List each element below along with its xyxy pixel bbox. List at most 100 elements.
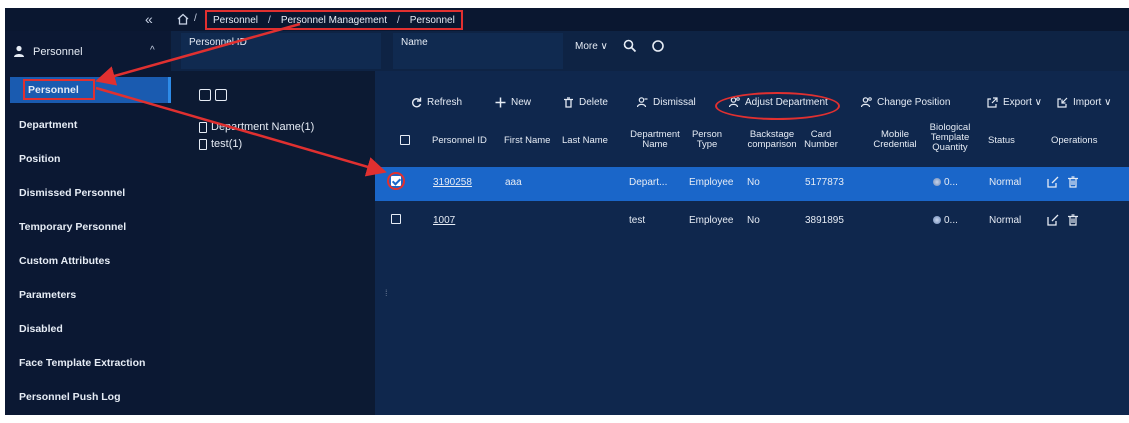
row-operations	[1047, 176, 1079, 188]
export-icon	[987, 97, 998, 108]
expand-all-icon[interactable]	[199, 89, 211, 101]
column-biological-template-quantity[interactable]: Biological Template Quantity	[927, 123, 973, 153]
personnel-id-label: Personnel ID	[189, 37, 247, 48]
column-personnel-id[interactable]: Personnel ID	[432, 136, 487, 146]
collapse-all-icon[interactable]	[215, 89, 227, 101]
change-position-button[interactable]: Change Position	[861, 97, 950, 108]
sidebar-section-title: Personnel	[33, 46, 83, 58]
home-icon[interactable]	[177, 13, 189, 25]
department-tree: Department Name(1) test(1)	[171, 71, 375, 415]
name-label: Name	[401, 37, 428, 48]
user-minus-icon	[637, 97, 648, 108]
document-icon	[199, 138, 207, 150]
backstage-cell: No	[747, 215, 760, 226]
sidebar-item-face-template-extraction[interactable]: Face Template Extraction	[19, 357, 145, 369]
column-last-name[interactable]: Last Name	[562, 136, 608, 146]
chevron-up-icon: ^	[150, 45, 155, 56]
toolbar: Refresh New Delete Dismissal Adjust Depa…	[375, 91, 1129, 120]
column-status[interactable]: Status	[988, 136, 1015, 146]
export-button[interactable]: Export ∨	[987, 97, 1042, 108]
user-position-icon	[861, 97, 872, 108]
top-bar: « / Personnel / Personnel Management / P…	[5, 8, 1129, 31]
column-first-name[interactable]: First Name	[504, 136, 550, 146]
collapse-sidebar-button[interactable]: «	[145, 11, 153, 27]
personnel-id-link[interactable]: 1007	[433, 215, 455, 226]
card-number-cell: 5177873	[805, 177, 844, 188]
dismissal-button[interactable]: Dismissal	[637, 97, 696, 108]
backstage-cell: No	[747, 177, 760, 188]
breadcrumb-separator: /	[268, 14, 271, 26]
refresh-button[interactable]: Refresh	[411, 97, 462, 108]
row-checkbox[interactable]	[391, 176, 401, 186]
panel-splitter[interactable]: ⁞	[385, 288, 388, 300]
sidebar-item-disabled[interactable]: Disabled	[19, 323, 63, 335]
fingerprint-icon	[933, 216, 941, 224]
select-all-checkbox[interactable]	[400, 135, 410, 145]
row-operations	[1047, 214, 1079, 226]
sidebar-item-custom-attributes[interactable]: Custom Attributes	[19, 255, 110, 267]
sidebar-item-personnel[interactable]: Personnel	[28, 84, 79, 96]
column-person-type[interactable]: Person Type	[689, 130, 725, 150]
import-icon	[1057, 97, 1068, 108]
trash-icon[interactable]	[1067, 176, 1079, 188]
sidebar-item-personnel-push-log[interactable]: Personnel Push Log	[19, 391, 121, 403]
status-cell: Normal	[989, 177, 1022, 188]
search-bar: Personnel ID Name More ∨	[171, 31, 1129, 71]
bio-quantity-cell: 0...	[933, 215, 958, 226]
sidebar-item-position[interactable]: Position	[19, 153, 60, 165]
card-number-cell: 3891895	[805, 215, 844, 226]
edit-icon[interactable]	[1047, 214, 1059, 226]
sidebar-section-personnel[interactable]: Personnel ^	[5, 41, 170, 63]
trash-icon[interactable]	[1067, 214, 1079, 226]
column-backstage-comparison[interactable]: Backstage comparison	[745, 130, 799, 150]
table-row[interactable]: 1007 test Employee No 3891895 0... Norma…	[375, 205, 1129, 239]
app-window: « / Personnel / Personnel Management / P…	[5, 8, 1129, 415]
column-department-name[interactable]: Department Name	[627, 130, 683, 150]
tree-node-test[interactable]: test(1)	[199, 138, 242, 150]
tree-node-label: test(1)	[211, 138, 243, 150]
table-row[interactable]: 3190258 aaa Depart... Employee No 517787…	[375, 167, 1129, 201]
sidebar-item-parameters[interactable]: Parameters	[19, 289, 76, 301]
reset-icon[interactable]	[651, 39, 665, 53]
import-button[interactable]: Import ∨	[1057, 97, 1111, 108]
delete-label: Delete	[579, 97, 608, 108]
tree-node-label: Department Name(1)	[211, 121, 315, 133]
trash-icon	[564, 97, 573, 108]
dismissal-label: Dismissal	[653, 97, 696, 108]
person-type-cell: Employee	[689, 215, 734, 226]
export-label: Export ∨	[1003, 97, 1042, 108]
table-header: Personnel ID First Name Last Name Depart…	[375, 120, 1129, 160]
tree-node-department-name[interactable]: Department Name(1)	[199, 121, 314, 133]
change-position-label: Change Position	[877, 97, 951, 108]
department-cell: Depart...	[629, 177, 668, 188]
row-checkbox[interactable]	[391, 214, 401, 224]
breadcrumb-item-current: Personnel	[409, 14, 455, 26]
edit-icon[interactable]	[1047, 176, 1059, 188]
status-cell: Normal	[989, 215, 1022, 226]
person-type-cell: Employee	[689, 177, 734, 188]
refresh-icon	[412, 97, 422, 108]
sidebar-item-temporary-personnel[interactable]: Temporary Personnel	[19, 221, 126, 233]
bio-quantity-value: 0...	[944, 177, 958, 188]
breadcrumb: Personnel / Personnel Management / Perso…	[205, 10, 463, 30]
column-card-number[interactable]: Card Number	[803, 130, 839, 150]
more-filters-button[interactable]: More ∨	[575, 41, 608, 52]
bio-quantity-cell: 0...	[933, 177, 958, 188]
breadcrumb-item-personnel-management[interactable]: Personnel Management	[281, 15, 387, 26]
column-mobile-credential[interactable]: Mobile Credential	[869, 130, 921, 150]
annotation-ellipse	[715, 92, 840, 120]
breadcrumb-separator: /	[397, 14, 400, 26]
new-label: New	[511, 97, 532, 108]
search-icon[interactable]	[623, 39, 637, 53]
new-button[interactable]: New	[495, 97, 531, 108]
delete-button[interactable]: Delete	[563, 97, 608, 108]
sidebar-item-dismissed-personnel[interactable]: Dismissed Personnel	[19, 187, 125, 199]
breadcrumb-separator: /	[194, 13, 197, 24]
breadcrumb-item-personnel[interactable]: Personnel	[213, 15, 258, 26]
plus-icon	[495, 97, 506, 108]
sidebar-item-department[interactable]: Department	[19, 119, 77, 131]
first-name-cell: aaa	[505, 177, 522, 188]
personnel-id-link[interactable]: 3190258	[433, 177, 472, 188]
column-operations: Operations	[1051, 135, 1098, 146]
personnel-table-panel: Refresh New Delete Dismissal Adjust Depa…	[375, 71, 1129, 415]
